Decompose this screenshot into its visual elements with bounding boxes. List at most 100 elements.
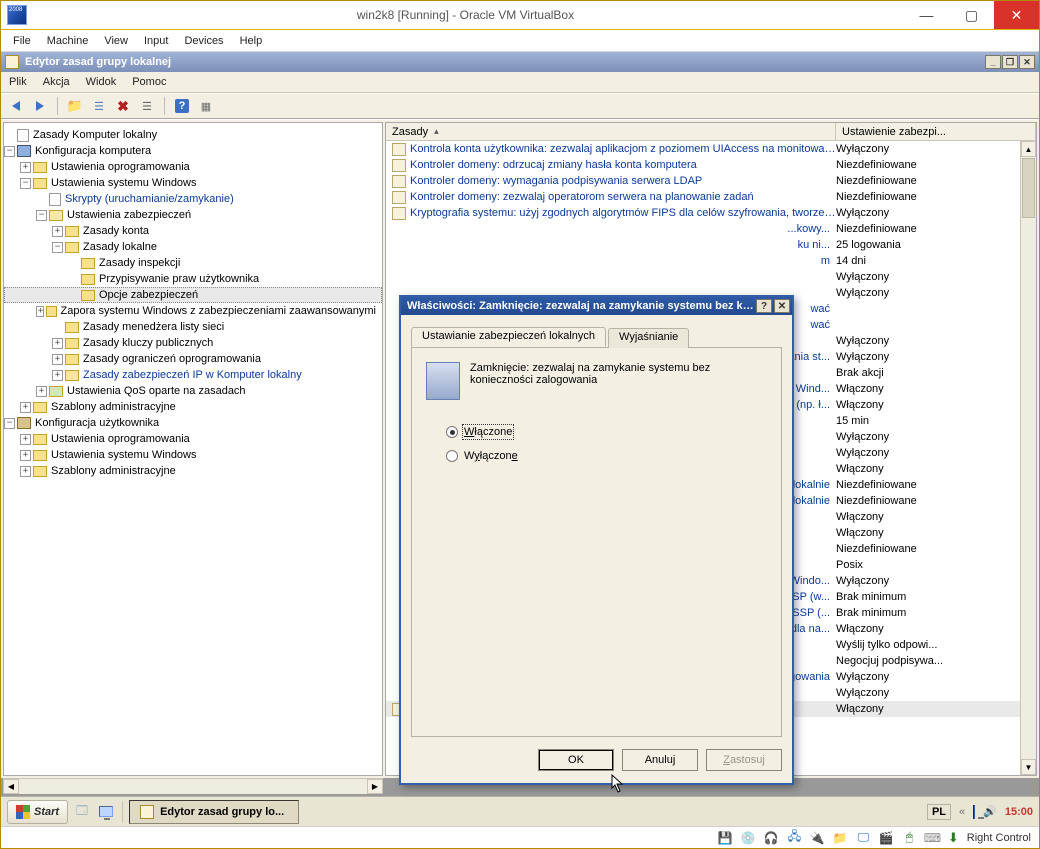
- radio-disabled[interactable]: Wyłączone Wyłączone: [446, 450, 767, 462]
- vb-network-icon[interactable]: 🖧: [787, 830, 802, 845]
- gpedit-minimize-button[interactable]: _: [985, 55, 1001, 69]
- expand-icon[interactable]: +: [20, 434, 31, 445]
- vb-shared-folder-icon[interactable]: 📁: [833, 830, 848, 845]
- expand-icon[interactable]: +: [52, 354, 63, 365]
- list-item[interactable]: Kontroler domeny: wymagania podpisywania…: [386, 173, 1036, 189]
- tree-root[interactable]: Zasady Komputer lokalny: [4, 127, 382, 143]
- expand-icon[interactable]: +: [52, 226, 63, 237]
- tb-view-button[interactable]: ▦: [197, 97, 215, 115]
- vb-hard-disk-icon[interactable]: 💾: [718, 830, 733, 845]
- list-item[interactable]: Kontroler domeny: odrzucaj zmiany hasła …: [386, 157, 1036, 173]
- list-item[interactable]: ...kowy...Niezdefiniowane: [386, 221, 1036, 237]
- expand-icon[interactable]: +: [20, 402, 31, 413]
- tree-public-key[interactable]: +Zasady kluczy publicznych: [4, 335, 382, 351]
- list-item[interactable]: ku ni...25 logowania: [386, 237, 1036, 253]
- ok-button[interactable]: OK: [538, 749, 614, 771]
- tray-volume-icon[interactable]: 🔊: [983, 805, 997, 818]
- tree-windows-settings[interactable]: −Ustawienia systemu Windows: [4, 175, 382, 191]
- tray-chevron-icon[interactable]: «: [959, 806, 965, 818]
- tree-local-policies[interactable]: −Zasady lokalne: [4, 239, 382, 255]
- vertical-scrollbar[interactable]: ▲ ▼: [1020, 141, 1036, 775]
- collapse-icon[interactable]: −: [4, 146, 15, 157]
- tree-admin-templates-2[interactable]: +Szablony administracyjne: [4, 463, 382, 479]
- collapse-icon[interactable]: −: [4, 418, 15, 429]
- taskbar-item-gpedit[interactable]: Edytor zasad grupy lo...: [129, 800, 299, 824]
- scroll-up-icon[interactable]: ▲: [1021, 141, 1036, 157]
- vb-menu-machine[interactable]: Machine: [47, 35, 89, 47]
- tree-user-rights[interactable]: Przypisywanie praw użytkownika: [4, 271, 382, 287]
- vb-menu-devices[interactable]: Devices: [184, 35, 223, 47]
- tree-security-options[interactable]: Opcje zabezpieczeń: [4, 287, 382, 303]
- list-item[interactable]: Kontroler domeny: zezwalaj operatorom se…: [386, 189, 1036, 205]
- gp-menu-widok[interactable]: Widok: [86, 76, 117, 88]
- gp-menu-akcja[interactable]: Akcja: [43, 76, 70, 88]
- tray-language[interactable]: PL: [927, 804, 951, 820]
- vb-close-button[interactable]: ✕: [994, 1, 1039, 29]
- tree-admin-templates-1[interactable]: +Szablony administracyjne: [4, 399, 382, 415]
- tree-account-policies[interactable]: +Zasady konta: [4, 223, 382, 239]
- tb-forward-button[interactable]: [31, 97, 49, 115]
- dialog-titlebar[interactable]: Właściwości: Zamknięcie: zezwalaj na zam…: [401, 297, 792, 315]
- tray-network-icon[interactable]: [973, 806, 975, 818]
- collapse-icon[interactable]: −: [20, 178, 31, 189]
- list-item[interactable]: Kontrola konta użytkownika: zezwalaj apl…: [386, 141, 1036, 157]
- tab-explain[interactable]: Wyjaśnianie: [608, 328, 689, 348]
- gpedit-horizontal-scrollbar[interactable]: ◀ ▶: [3, 778, 383, 794]
- list-item[interactable]: Kryptografia systemu: użyj zgodnych algo…: [386, 205, 1036, 221]
- expand-icon[interactable]: +: [20, 162, 31, 173]
- tree-software-restriction[interactable]: +Zasady ograniczeń oprogramowania: [4, 351, 382, 367]
- vb-display-icon[interactable]: 🖵: [856, 830, 871, 845]
- tree-software-settings[interactable]: +Ustawienia oprogramowania: [4, 159, 382, 175]
- vb-menu-input[interactable]: Input: [144, 35, 168, 47]
- tree-audit-policy[interactable]: Zasady inspekcji: [4, 255, 382, 271]
- expand-icon[interactable]: +: [52, 338, 63, 349]
- tb-back-button[interactable]: [7, 97, 25, 115]
- tree-windows-settings-2[interactable]: +Ustawienia systemu Windows: [4, 447, 382, 463]
- vb-mouse-integration-icon[interactable]: 🖱: [902, 830, 917, 845]
- tree-user-config[interactable]: −Konfiguracja użytkownika: [4, 415, 382, 431]
- tray-clock[interactable]: 15:00: [1005, 806, 1033, 818]
- policy-tree[interactable]: Zasady Komputer lokalny −Konfiguracja ko…: [3, 122, 383, 776]
- tb-props-button[interactable]: ☰: [138, 97, 156, 115]
- vb-menu-help[interactable]: Help: [240, 35, 263, 47]
- vb-minimize-button[interactable]: —: [904, 1, 949, 29]
- tree-ipsec[interactable]: +Zasady zabezpieczeń IP w Komputer lokal…: [4, 367, 382, 383]
- tb-up-button[interactable]: 📁: [66, 97, 84, 115]
- vb-usb-icon[interactable]: 🔌: [810, 830, 825, 845]
- tree-network-list[interactable]: Zasady menedżera listy sieci: [4, 319, 382, 335]
- start-button[interactable]: Start: [7, 800, 68, 824]
- gpedit-close-button[interactable]: ✕: [1019, 55, 1035, 69]
- collapse-icon[interactable]: −: [36, 210, 47, 221]
- tree-security-settings[interactable]: −Ustawienia zabezpieczeń: [4, 207, 382, 223]
- vb-menu-view[interactable]: View: [104, 35, 128, 47]
- scroll-thumb[interactable]: [1022, 158, 1035, 218]
- tree-computer-config[interactable]: −Konfiguracja komputera: [4, 143, 382, 159]
- tb-list-button[interactable]: ☰: [90, 97, 108, 115]
- tree-firewall[interactable]: +Zapora systemu Windows z zabezpieczenia…: [4, 303, 382, 319]
- dialog-close-button[interactable]: ✕: [774, 299, 790, 313]
- vb-keyboard-icon[interactable]: ⌨: [925, 830, 940, 845]
- vb-optical-icon[interactable]: 💿: [741, 830, 756, 845]
- expand-icon[interactable]: +: [36, 386, 47, 397]
- tb-delete-button[interactable]: ✖: [114, 97, 132, 115]
- list-item[interactable]: Wyłączony: [386, 269, 1036, 285]
- collapse-icon[interactable]: −: [52, 242, 63, 253]
- vb-video-capture-icon[interactable]: 🎬: [879, 830, 894, 845]
- gp-menu-pomoc[interactable]: Pomoc: [132, 76, 166, 88]
- vb-menu-file[interactable]: File: [13, 35, 31, 47]
- col-policy[interactable]: Zasady: [386, 123, 836, 140]
- hscroll-left-icon[interactable]: ◀: [3, 779, 19, 794]
- gp-menu-plik[interactable]: Plik: [9, 76, 27, 88]
- tb-help-button[interactable]: ?: [173, 97, 191, 115]
- expand-icon[interactable]: +: [20, 450, 31, 461]
- radio-enabled[interactable]: WWłączonełączone: [446, 426, 767, 438]
- quick-launch-show-desktop[interactable]: 🗔: [72, 802, 92, 822]
- quick-launch-explorer[interactable]: [96, 802, 116, 822]
- apply-button[interactable]: ZastosujZastosuj: [706, 749, 782, 771]
- expand-icon[interactable]: +: [52, 370, 63, 381]
- dialog-help-button[interactable]: ?: [756, 299, 772, 313]
- col-setting[interactable]: Ustawienie zabezpi...: [836, 123, 1036, 140]
- gpedit-restore-button[interactable]: ❐: [1002, 55, 1018, 69]
- list-item[interactable]: m14 dni: [386, 253, 1036, 269]
- expand-icon[interactable]: +: [20, 466, 31, 477]
